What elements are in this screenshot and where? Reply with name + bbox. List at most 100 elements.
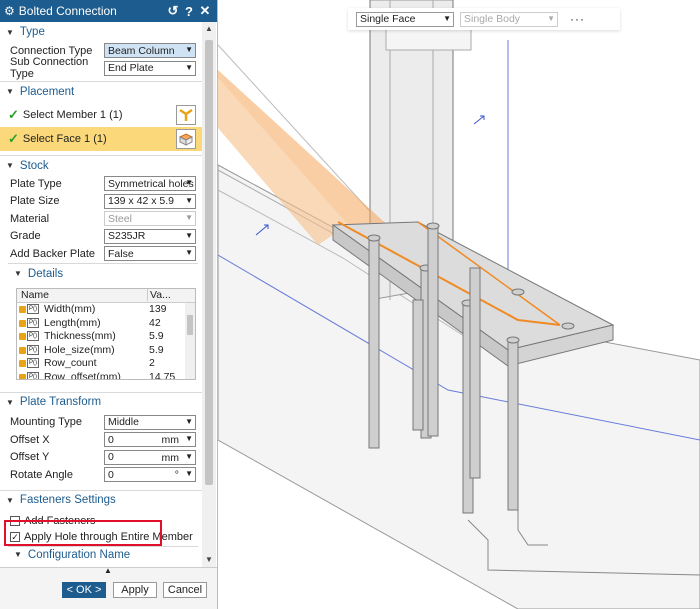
section-title: Stock (19, 159, 49, 172)
plate-size-select[interactable]: 139 x 42 x 5.9 ▼ (104, 193, 196, 209)
table-cell-value: 14.75 (149, 370, 176, 380)
offset-x-input[interactable]: 0 mm ▼ (104, 432, 196, 448)
select-member-row[interactable]: ✓ Select Member 1 (1) (0, 103, 202, 127)
dialog-titlebar: ⚙ Bolted Connection ↺ ? ✕ (0, 0, 217, 22)
column-header-value[interactable]: Va... (147, 289, 171, 301)
graphics-viewport[interactable]: Single Face ▼ Single Body ▼ ··· (218, 0, 700, 609)
more-options-button[interactable]: ··· (570, 12, 585, 26)
chevron-down-icon: ▼ (185, 45, 193, 55)
unit-label: mm (161, 451, 180, 464)
grade-select[interactable]: S235JR ▼ (104, 228, 196, 244)
collapse-grip-icon[interactable]: ▲ (104, 566, 112, 575)
select-face-button[interactable] (176, 129, 196, 149)
table-row[interactable]: P() Row_count 2 (17, 357, 195, 371)
expression-icon: P() (19, 317, 41, 328)
field-label: Add Backer Plate (10, 247, 95, 260)
table-row[interactable]: P() Width(mm) 139 (17, 303, 195, 317)
chevron-down-icon[interactable]: ▼ (185, 434, 193, 443)
model-canvas[interactable] (218, 0, 700, 609)
field-label: Plate Size (10, 195, 60, 208)
grade-row: Grade S235JR ▼ (0, 228, 202, 246)
input-value: 0 (108, 451, 114, 464)
select-value: Steel (108, 212, 132, 225)
section-title: Type (19, 26, 45, 38)
apply-button[interactable]: Apply (113, 582, 157, 598)
help-icon[interactable]: ? (181, 4, 197, 19)
chevron-down-icon: ▼ (185, 62, 193, 72)
select-member-label: Select Member 1 (1) (22, 109, 123, 121)
select-member-button[interactable] (176, 105, 196, 125)
table-row[interactable]: P() Thickness(mm) 5.9 (17, 330, 195, 344)
select-value: Single Face (360, 13, 416, 25)
face-select-icon (178, 133, 194, 146)
section-configuration-header[interactable]: ▼ Configuration Name (8, 547, 198, 563)
section-type-header[interactable]: ▼ Type (0, 22, 202, 42)
face-filter-select[interactable]: Single Face ▼ (356, 11, 454, 27)
table-row[interactable]: P() Row_offset(mm) 14.75 (17, 370, 195, 380)
table-row[interactable]: P() Hole_size(mm) 5.9 (17, 343, 195, 357)
chevron-down-icon: ▼ (6, 87, 14, 96)
expression-icon: P() (19, 344, 41, 355)
cell-text: Width(mm) (44, 303, 96, 316)
lower-beam-body (218, 164, 700, 609)
section-title: Fasteners Settings (19, 494, 116, 506)
mounting-type-select[interactable]: Middle ▼ (104, 414, 196, 430)
section-title: Details (27, 267, 64, 280)
section-plate-transform-header[interactable]: ▼ Plate Transform (0, 391, 202, 412)
bolt-head (511, 288, 525, 296)
chevron-down-icon: ▼ (185, 248, 193, 258)
table-cell-name: P() Row_offset(mm) (17, 370, 147, 380)
backer-plate-select[interactable]: False ▼ (104, 246, 196, 262)
column-header-name[interactable]: Name (17, 289, 147, 301)
bolt-head (561, 322, 575, 330)
connection-type-select[interactable]: Beam Column ▼ (104, 43, 196, 59)
plate-type-select[interactable]: Symmetrical holes p ▼ (104, 176, 196, 192)
select-value: Beam Column (108, 44, 175, 57)
dialog-content: ▼ Type Connection Type Beam Column ▼ Sub… (0, 22, 202, 567)
chevron-down-icon: ▼ (185, 213, 193, 223)
bolt (427, 225, 439, 437)
details-subsection: ▼ Details (8, 262, 198, 284)
offset-y-row: Offset Y 0 mm ▼ (0, 449, 202, 467)
select-face-row[interactable]: ✓ Select Face 1 (1) (0, 127, 202, 151)
details-table: Name Va... P() Width(mm) 139 P() Length(mm) 4… (16, 287, 196, 380)
section-title: Plate Transform (19, 396, 102, 408)
offset-y-input[interactable]: 0 mm ▼ (104, 449, 196, 465)
chevron-down-icon[interactable]: ▼ (185, 469, 193, 478)
table-body: P() Width(mm) 139 P() Length(mm) 42 P() Thickne… (17, 303, 195, 380)
close-icon[interactable]: ✕ (197, 3, 213, 19)
scrollbar-thumb[interactable] (205, 40, 213, 485)
scroll-up-icon[interactable]: ▲ (202, 22, 216, 36)
dialog-scrollbar[interactable]: ▲ ▼ (202, 22, 216, 567)
field-label: Offset X (10, 433, 50, 446)
reset-icon[interactable]: ↺ (165, 3, 181, 19)
cell-text: Hole_size(mm) (44, 343, 115, 356)
rotate-angle-input[interactable]: 0 ° ▼ (104, 467, 196, 483)
section-fasteners-header[interactable]: ▼ Fasteners Settings (0, 489, 202, 510)
rotate-angle-row: Rotate Angle 0 ° ▼ (0, 466, 202, 484)
callout-highlight (4, 520, 162, 546)
section-details-header[interactable]: ▼ Details (8, 264, 198, 284)
ok-button[interactable]: < OK > (62, 582, 106, 598)
table-cell-value: 139 (149, 303, 167, 316)
chevron-down-icon[interactable]: ▼ (185, 452, 193, 461)
section-placement-header[interactable]: ▼ Placement (0, 81, 202, 101)
field-label: Sub Connection Type (10, 56, 89, 81)
select-value: End Plate (108, 62, 154, 75)
field-label: Grade (10, 230, 41, 243)
table-cell-name: P() Length(mm) (17, 317, 147, 329)
cell-text: Row_offset(mm) (44, 370, 121, 380)
table-row[interactable]: P() Length(mm) 42 (17, 316, 195, 330)
scroll-down-icon[interactable]: ▼ (202, 553, 216, 567)
chevron-down-icon: ▼ (185, 230, 193, 240)
table-scrollbar[interactable] (185, 302, 195, 379)
section-stock-header[interactable]: ▼ Stock (0, 155, 202, 175)
scrollbar-thumb[interactable] (187, 314, 193, 335)
bolted-connection-dialog: ⚙ Bolted Connection ↺ ? ✕ ▼ Type Connect… (0, 0, 218, 609)
cancel-button[interactable]: Cancel (163, 582, 207, 598)
field-label: Offset Y (10, 451, 50, 464)
table-cell-value: 5.9 (149, 343, 164, 356)
sub-connection-type-select[interactable]: End Plate ▼ (104, 60, 196, 76)
axis-arrow-icon (473, 115, 485, 125)
gear-icon: ⚙ (4, 4, 15, 18)
